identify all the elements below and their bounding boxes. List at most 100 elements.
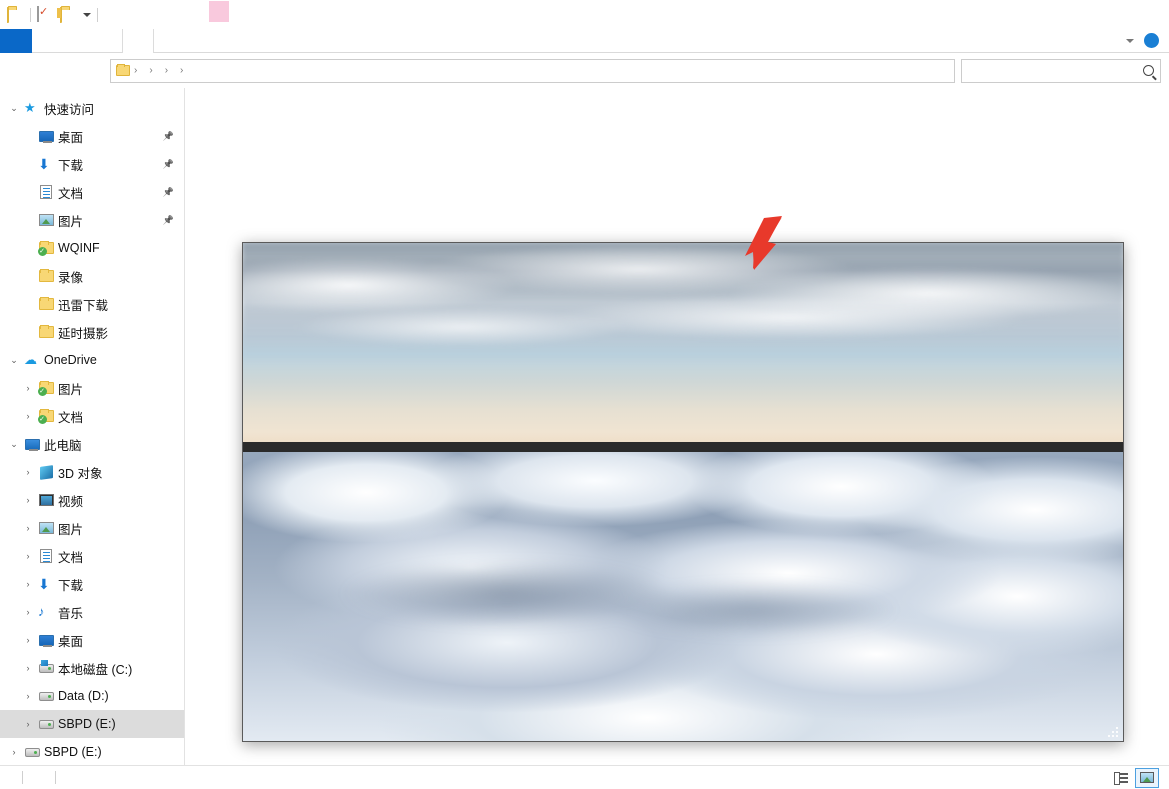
sidebar-item-label: 3D 对象 [58, 463, 102, 482]
breadcrumb-separator[interactable]: › [164, 65, 169, 76]
sidebar-item-12[interactable]: ⌄ 此电脑 [0, 430, 184, 458]
expand-icon[interactable]: › [6, 747, 22, 757]
sidebar-item-19[interactable]: ›桌面 [0, 626, 184, 654]
expand-icon[interactable]: › [20, 719, 36, 729]
expand-icon[interactable]: › [20, 579, 36, 589]
pictures-icon [36, 214, 56, 226]
chevron-down-icon[interactable] [1126, 39, 1134, 43]
preview-upper-clouds [243, 243, 1123, 363]
breadcrumb-separator[interactable]: › [133, 65, 138, 76]
expand-icon[interactable]: › [20, 691, 36, 701]
search-input[interactable] [968, 64, 1143, 78]
sidebar-item-18[interactable]: ›♪音乐 [0, 598, 184, 626]
tab-home[interactable] [32, 29, 62, 53]
sidebar-item-1[interactable]: 桌面📌 [0, 122, 184, 150]
sidebar-item-21[interactable]: ›Data (D:) [0, 682, 184, 710]
expand-collapse-icon[interactable]: ⌄ [6, 355, 22, 366]
expand-icon[interactable]: › [20, 635, 36, 645]
expand-icon[interactable]: › [20, 411, 36, 421]
sidebar-item-20[interactable]: ›本地磁盘 (C:) [0, 654, 184, 682]
download-icon-glyph: ⬇ [38, 576, 54, 592]
search-box[interactable] [961, 59, 1161, 83]
expand-icon[interactable]: › [20, 523, 36, 533]
sidebar-item-6[interactable]: 录像 [0, 262, 184, 290]
pin-icon[interactable]: 📌 [163, 187, 174, 198]
drive-icon [22, 748, 42, 757]
expand-icon[interactable]: › [20, 495, 36, 505]
tab-view[interactable] [92, 29, 122, 53]
sidebar-item-5[interactable]: WQINF [0, 234, 184, 262]
sidebar-item-15[interactable]: ›图片 [0, 514, 184, 542]
videos-icon [36, 494, 56, 506]
sidebar-item-11[interactable]: ›文档 [0, 402, 184, 430]
tab-playback[interactable] [122, 29, 154, 53]
large-icons-view-button[interactable] [1135, 768, 1159, 788]
up-button[interactable] [80, 58, 106, 84]
help-icon[interactable] [1144, 33, 1159, 48]
folder-icon [36, 326, 56, 338]
details-view-button[interactable] [1109, 768, 1133, 788]
navigation-pane[interactable]: ⌄★快速访问桌面📌⬇下载📌文档📌图片📌WQINF录像迅雷下载延时摄影⌄☁OneD… [0, 88, 185, 765]
preview-sea-of-clouds [243, 452, 1123, 741]
back-button[interactable] [8, 58, 34, 84]
search-icon[interactable] [1143, 65, 1154, 76]
expand-collapse-icon[interactable]: ⌄ [6, 103, 22, 114]
windows-drive-icon-glyph [39, 664, 54, 673]
sidebar-item-2[interactable]: ⬇下载📌 [0, 150, 184, 178]
sidebar-item-14[interactable]: ›视频 [0, 486, 184, 514]
sidebar-item-label: 音乐 [58, 603, 83, 622]
expand-icon[interactable]: › [20, 607, 36, 617]
refresh-icon[interactable] [932, 60, 954, 82]
desktop-icon-glyph [39, 635, 54, 646]
customize-dropdown-icon[interactable] [83, 13, 91, 17]
sidebar-item-10[interactable]: ›图片 [0, 374, 184, 402]
sidebar-item-9[interactable]: ⌄☁OneDrive [0, 346, 184, 374]
sidebar-item-13[interactable]: › 3D 对象 [0, 458, 184, 486]
folder-sync-icon-glyph [39, 242, 54, 254]
maximize-button[interactable] [1077, 0, 1123, 29]
divider [97, 8, 98, 22]
folder-icon[interactable] [7, 6, 24, 23]
pin-icon[interactable]: 📌 [163, 215, 174, 226]
folder-sync-icon-glyph [39, 410, 54, 422]
sidebar-item-8[interactable]: 延时摄影 [0, 318, 184, 346]
expand-icon[interactable]: › [20, 551, 36, 561]
tab-share[interactable] [62, 29, 92, 53]
document-icon [36, 549, 56, 563]
sidebar-item-7[interactable]: 迅雷下载 [0, 290, 184, 318]
tab-file[interactable] [0, 29, 32, 53]
expand-collapse-icon[interactable]: ⌄ [6, 439, 22, 450]
sidebar-item-label: SBPD (E:) [44, 745, 102, 759]
sidebar-item-16[interactable]: ›文档 [0, 542, 184, 570]
expand-icon[interactable]: › [20, 467, 36, 477]
resize-grip[interactable] [1107, 726, 1119, 738]
expand-icon[interactable]: › [20, 663, 36, 673]
expand-icon[interactable]: › [20, 383, 36, 393]
sidebar-item-22[interactable]: ›SBPD (E:) [0, 710, 184, 738]
video-preview-window[interactable] [242, 242, 1124, 742]
ribbon-tab-bar [0, 29, 1169, 53]
pc-icon [22, 439, 42, 450]
breadcrumb-separator[interactable]: › [179, 65, 184, 76]
sidebar-item-label: 此电脑 [44, 435, 82, 454]
address-dropdown-icon[interactable] [910, 60, 932, 82]
minimize-button[interactable] [1031, 0, 1077, 29]
sidebar-item-label: 下载 [58, 575, 83, 594]
sidebar-item-23[interactable]: › SBPD (E:) [0, 738, 184, 765]
recent-locations-button[interactable] [60, 58, 80, 84]
pictures-icon [36, 522, 56, 534]
sidebar-item-0[interactable]: ⌄★快速访问 [0, 94, 184, 122]
pin-icon[interactable]: 📌 [163, 159, 174, 170]
sidebar-item-4[interactable]: 图片 📌 [0, 206, 184, 234]
properties-icon[interactable] [37, 6, 54, 23]
music-icon: ♪ [36, 604, 56, 620]
sidebar-item-label: 图片 [58, 211, 83, 230]
address-input[interactable]: › › › › [110, 59, 955, 83]
pin-icon[interactable]: 📌 [163, 131, 174, 142]
breadcrumb-separator[interactable]: › [148, 65, 153, 76]
sidebar-item-3[interactable]: 文档📌 [0, 178, 184, 206]
forward-button[interactable] [34, 58, 60, 84]
sidebar-item-17[interactable]: ›⬇下载 [0, 570, 184, 598]
new-folder-icon[interactable] [60, 6, 77, 23]
close-button[interactable] [1123, 0, 1169, 29]
